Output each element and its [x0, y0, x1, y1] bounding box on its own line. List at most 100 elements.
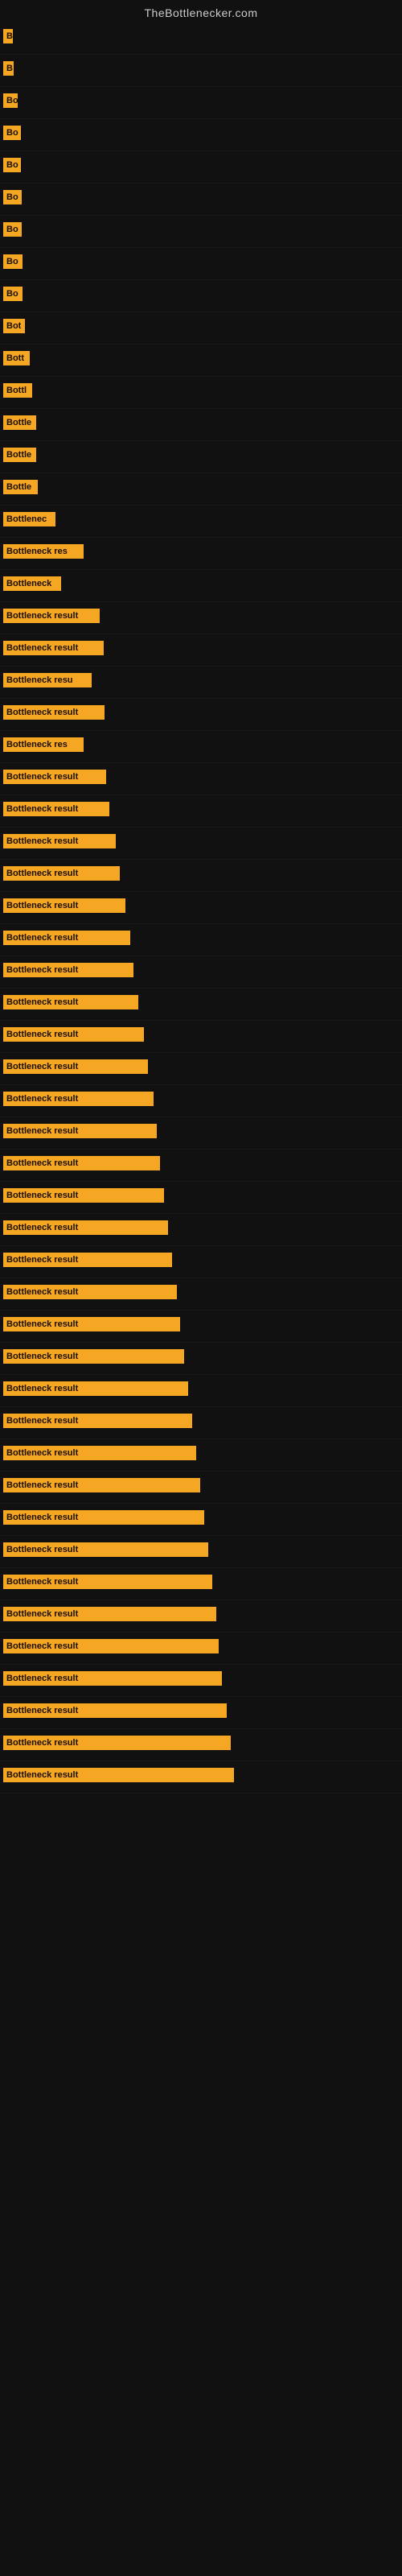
- bar-label-46: Bottleneck result: [3, 1478, 200, 1492]
- bar-row-9: Bo: [0, 280, 402, 312]
- bar-label-26: Bottleneck result: [3, 834, 116, 848]
- bar-label-4: Bo: [3, 126, 21, 140]
- bar-label-55: Bottleneck result: [3, 1768, 234, 1782]
- bar-row-1: B: [0, 23, 402, 55]
- bar-label-27: Bottleneck result: [3, 866, 120, 881]
- bar-row-43: Bottleneck result: [0, 1375, 402, 1407]
- bar-label-53: Bottleneck result: [3, 1703, 227, 1718]
- bar-label-2: B: [3, 61, 14, 76]
- bar-row-32: Bottleneck result: [0, 1021, 402, 1053]
- bar-row-50: Bottleneck result: [0, 1600, 402, 1633]
- bars-container: B B Bo Bo Bo Bo Bo Bo Bo Bot Bott Bottl Bottle Bottle…: [0, 23, 402, 1794]
- bar-row-45: Bottleneck result: [0, 1439, 402, 1472]
- bar-label-8: Bo: [3, 254, 23, 269]
- bar-label-35: Bottleneck result: [3, 1124, 157, 1138]
- bar-row-39: Bottleneck result: [0, 1246, 402, 1278]
- bar-row-27: Bottleneck result: [0, 860, 402, 892]
- bar-label-7: Bo: [3, 222, 22, 237]
- bar-label-15: Bottle: [3, 480, 38, 494]
- bar-label-19: Bottleneck result: [3, 609, 100, 623]
- bar-row-35: Bottleneck result: [0, 1117, 402, 1150]
- bar-label-28: Bottleneck result: [3, 898, 125, 913]
- bar-row-6: Bo: [0, 184, 402, 216]
- bar-label-10: Bot: [3, 319, 25, 333]
- bar-label-29: Bottleneck result: [3, 931, 130, 945]
- bar-label-34: Bottleneck result: [3, 1092, 154, 1106]
- bar-row-7: Bo: [0, 216, 402, 248]
- bar-row-12: Bottl: [0, 377, 402, 409]
- bar-row-8: Bo: [0, 248, 402, 280]
- bar-label-50: Bottleneck result: [3, 1607, 216, 1621]
- bar-label-44: Bottleneck result: [3, 1414, 192, 1428]
- bar-label-3: Bo: [3, 93, 18, 108]
- bar-label-51: Bottleneck result: [3, 1639, 219, 1653]
- bar-row-53: Bottleneck result: [0, 1697, 402, 1729]
- bar-row-14: Bottle: [0, 441, 402, 473]
- bar-row-23: Bottleneck res: [0, 731, 402, 763]
- bar-label-52: Bottleneck result: [3, 1671, 222, 1686]
- bar-label-12: Bottl: [3, 383, 32, 398]
- bar-row-46: Bottleneck result: [0, 1472, 402, 1504]
- bar-label-9: Bo: [3, 287, 23, 301]
- bar-row-21: Bottleneck resu: [0, 667, 402, 699]
- bar-row-20: Bottleneck result: [0, 634, 402, 667]
- bar-label-18: Bottleneck: [3, 576, 61, 591]
- bar-row-31: Bottleneck result: [0, 989, 402, 1021]
- bar-row-48: Bottleneck result: [0, 1536, 402, 1568]
- bar-row-37: Bottleneck result: [0, 1182, 402, 1214]
- bar-label-5: Bo: [3, 158, 21, 172]
- bar-label-43: Bottleneck result: [3, 1381, 188, 1396]
- bar-row-22: Bottleneck result: [0, 699, 402, 731]
- bar-row-36: Bottleneck result: [0, 1150, 402, 1182]
- bar-row-10: Bot: [0, 312, 402, 345]
- bar-row-15: Bottle: [0, 473, 402, 506]
- bar-label-22: Bottleneck result: [3, 705, 105, 720]
- bar-label-1: B: [3, 29, 13, 43]
- bar-row-33: Bottleneck result: [0, 1053, 402, 1085]
- bar-row-47: Bottleneck result: [0, 1504, 402, 1536]
- bar-row-55: Bottleneck result: [0, 1761, 402, 1794]
- bar-label-39: Bottleneck result: [3, 1253, 172, 1267]
- bar-label-33: Bottleneck result: [3, 1059, 148, 1074]
- bar-label-37: Bottleneck result: [3, 1188, 164, 1203]
- bar-label-31: Bottleneck result: [3, 995, 138, 1009]
- bar-label-13: Bottle: [3, 415, 36, 430]
- bar-row-52: Bottleneck result: [0, 1665, 402, 1697]
- bar-row-34: Bottleneck result: [0, 1085, 402, 1117]
- bar-label-14: Bottle: [3, 448, 36, 462]
- bar-row-17: Bottleneck res: [0, 538, 402, 570]
- bar-row-29: Bottleneck result: [0, 924, 402, 956]
- bar-label-30: Bottleneck result: [3, 963, 133, 977]
- bar-row-18: Bottleneck: [0, 570, 402, 602]
- bar-label-11: Bott: [3, 351, 30, 365]
- bar-label-32: Bottleneck result: [3, 1027, 144, 1042]
- bar-row-54: Bottleneck result: [0, 1729, 402, 1761]
- bar-row-4: Bo: [0, 119, 402, 151]
- bar-row-28: Bottleneck result: [0, 892, 402, 924]
- bar-label-45: Bottleneck result: [3, 1446, 196, 1460]
- bar-row-2: B: [0, 55, 402, 87]
- bar-row-3: Bo: [0, 87, 402, 119]
- bar-label-41: Bottleneck result: [3, 1317, 180, 1331]
- bar-label-48: Bottleneck result: [3, 1542, 208, 1557]
- bar-row-24: Bottleneck result: [0, 763, 402, 795]
- bar-label-40: Bottleneck result: [3, 1285, 177, 1299]
- bar-label-42: Bottleneck result: [3, 1349, 184, 1364]
- bar-row-5: Bo: [0, 151, 402, 184]
- bar-row-38: Bottleneck result: [0, 1214, 402, 1246]
- bar-row-49: Bottleneck result: [0, 1568, 402, 1600]
- bar-label-38: Bottleneck result: [3, 1220, 168, 1235]
- bar-row-19: Bottleneck result: [0, 602, 402, 634]
- bar-label-21: Bottleneck resu: [3, 673, 92, 687]
- bar-row-13: Bottle: [0, 409, 402, 441]
- bar-label-49: Bottleneck result: [3, 1575, 212, 1589]
- bar-label-17: Bottleneck res: [3, 544, 84, 559]
- bar-label-25: Bottleneck result: [3, 802, 109, 816]
- bar-label-36: Bottleneck result: [3, 1156, 160, 1170]
- bar-row-44: Bottleneck result: [0, 1407, 402, 1439]
- bar-label-47: Bottleneck result: [3, 1510, 204, 1525]
- bar-row-16: Bottlenec: [0, 506, 402, 538]
- bar-label-23: Bottleneck res: [3, 737, 84, 752]
- bar-label-6: Bo: [3, 190, 22, 204]
- bar-row-25: Bottleneck result: [0, 795, 402, 828]
